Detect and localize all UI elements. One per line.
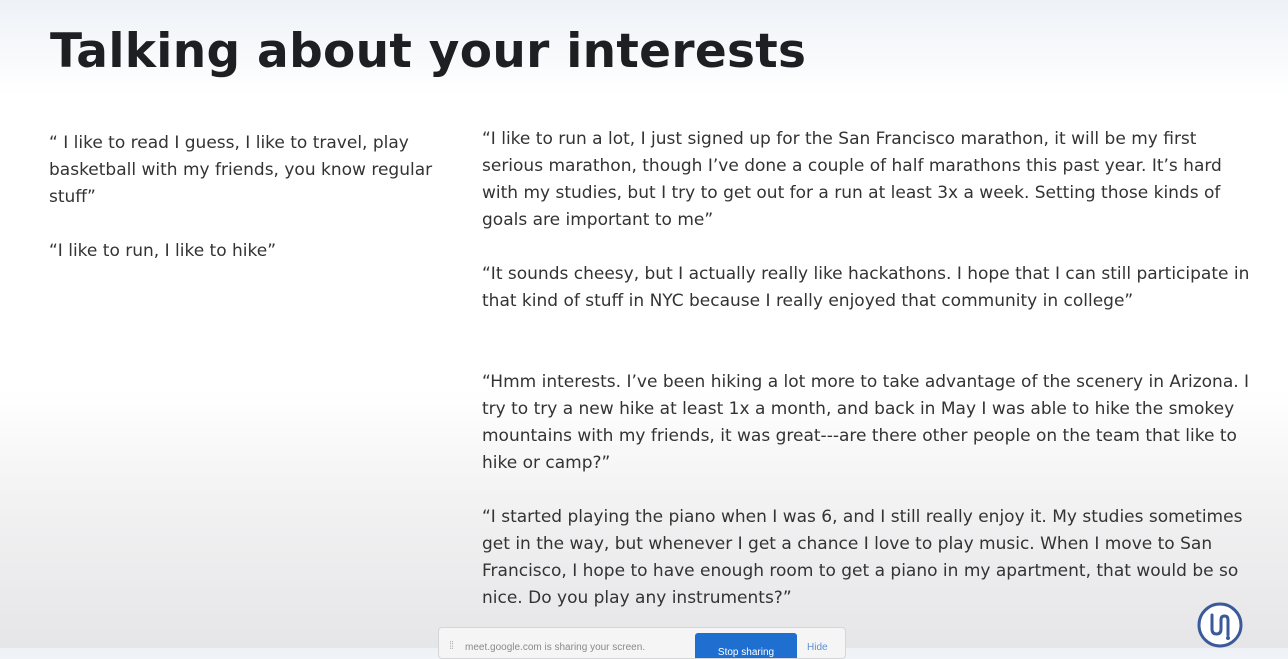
right-quote-3: “Hmm interests. I’ve been hiking a lot m… — [482, 372, 1250, 473]
drag-grip-icon[interactable]: ⁞⁞ — [449, 640, 454, 652]
right-quote-4: “I started playing the piano when I was … — [482, 507, 1243, 608]
left-quote-1: “ I like to read I guess, I like to trav… — [49, 133, 433, 207]
brand-logo-icon — [1197, 602, 1243, 648]
right-quote-2: “It sounds cheesy, but I actually really… — [482, 264, 1250, 311]
stop-sharing-button[interactable]: Stop sharing — [695, 633, 797, 658]
slide-title: Talking about your interests — [50, 24, 807, 79]
screen-share-bar: ⁞⁞ meet.google.com is sharing your scree… — [438, 627, 846, 659]
right-quote-1: “I like to run a lot, I just signed up f… — [482, 129, 1222, 230]
left-quote-2: “I like to run, I like to hike” — [49, 241, 277, 261]
